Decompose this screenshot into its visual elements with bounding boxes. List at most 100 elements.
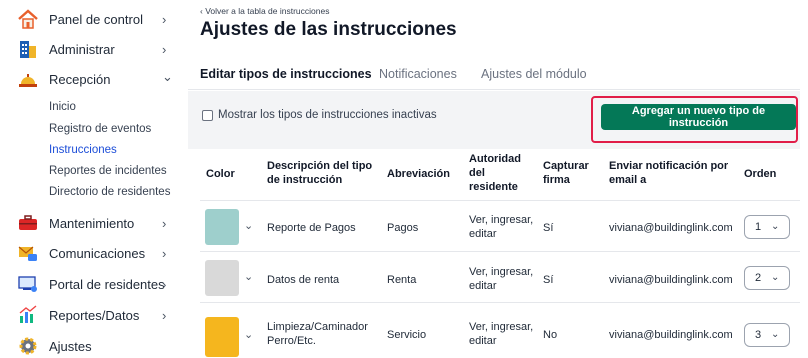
authority-cell: Ver, ingresar, editar <box>469 320 533 348</box>
order-value: 3 <box>755 329 762 341</box>
order-select[interactable]: 2 ⌄ <box>744 266 790 290</box>
building-icon <box>17 38 39 60</box>
authority-cell: Ver, ingresar, editar <box>469 265 533 293</box>
sidebar-item-label: Comunicaciones <box>49 245 146 261</box>
sidebar-item-reportes-datos[interactable]: Reportes/Datos › <box>0 300 186 330</box>
reception-bell-icon <box>17 68 39 90</box>
header-line: email a <box>609 174 647 186</box>
sidebar-item-portal-de-residentes[interactable]: Portal de residentes › <box>0 269 186 299</box>
description-cell: Reporte de Pagos <box>267 222 356 234</box>
mail-chat-icon <box>17 242 39 264</box>
table-row: ⌄ Limpieza/Caminador Perro/Etc. Servicio… <box>200 304 800 357</box>
chevron-right-icon: › <box>162 41 167 57</box>
abbreviation-cell: Servicio <box>387 329 427 341</box>
cell-line: editar <box>469 228 497 240</box>
cell-line: editar <box>469 280 497 292</box>
sidebar-item-label: Ajustes <box>49 338 92 354</box>
column-header-order: Orden <box>744 168 777 180</box>
sidebar-item-comunicaciones[interactable]: Comunicaciones › <box>0 238 186 268</box>
cell-line: Perro/Etc. <box>267 335 316 347</box>
cell-line: editar <box>469 335 497 347</box>
column-header-color: Color <box>206 168 235 180</box>
chevron-down-icon[interactable]: ⌄ <box>244 270 253 283</box>
chevron-right-icon: › <box>162 276 167 292</box>
column-header-email: Enviar notificación por email a <box>609 159 728 187</box>
email-cell: viviana@buildinglink.com <box>609 222 733 234</box>
abbreviation-cell: Pagos <box>387 222 419 234</box>
show-inactive-checkbox[interactable] <box>202 110 213 121</box>
tab-editar-tipos[interactable]: Editar tipos de instrucciones <box>200 67 372 81</box>
back-link[interactable]: ‹ Volver a la tabla de instrucciones <box>200 6 329 16</box>
signature-cell: Sí <box>543 222 554 234</box>
sidebar-item-recepcion[interactable]: Recepción ⌄ <box>0 64 186 94</box>
table-header: Color Descripción del tipo de instrucció… <box>200 148 800 201</box>
chevron-down-icon: ⌄ <box>771 272 780 283</box>
tab-ajustes-del-modulo[interactable]: Ajustes del módulo <box>481 67 587 81</box>
header-line: Capturar <box>543 160 589 172</box>
authority-cell: Ver, ingresar, editar <box>469 213 533 241</box>
home-icon <box>17 8 39 30</box>
cell-line: Limpieza/Caminador <box>267 321 368 333</box>
tab-bar: Editar tipos de instrucciones Notificaci… <box>188 60 800 90</box>
page-title: Ajustes de las instrucciones <box>200 19 457 40</box>
chevron-right-icon: › <box>162 307 167 323</box>
sidebar-item-label: Mantenimiento <box>49 215 135 231</box>
sidebar-item-panel-de-control[interactable]: Panel de control › <box>0 4 186 34</box>
cell-line: Ver, ingresar, <box>469 321 534 333</box>
header-line: firma <box>543 174 570 186</box>
header-line: Enviar notificación por <box>609 160 729 172</box>
add-instruction-type-button[interactable]: Agregar un nuevo tipo de instrucción <box>601 104 796 130</box>
color-swatch[interactable] <box>205 260 239 296</box>
sidebar-subitem-inicio[interactable]: Inicio <box>49 101 76 113</box>
order-value: 1 <box>755 221 762 233</box>
header-line: Descripción del tipo <box>267 160 373 172</box>
cell-line: Ver, ingresar, <box>469 266 534 278</box>
gear-icon <box>17 335 39 357</box>
cell-line: Ver, ingresar, <box>469 214 534 226</box>
chart-icon <box>17 304 39 326</box>
chevron-right-icon: › <box>162 215 167 231</box>
sidebar: Panel de control › Administrar › Recepci… <box>0 0 186 358</box>
order-select[interactable]: 1 ⌄ <box>744 215 790 239</box>
column-header-description: Descripción del tipo de instrucción <box>267 159 372 187</box>
chevron-down-icon: ⌄ <box>162 69 173 84</box>
order-value: 2 <box>755 272 762 284</box>
table-row: ⌄ Reporte de Pagos Pagos Ver, ingresar, … <box>200 202 800 252</box>
signature-cell: No <box>543 329 558 341</box>
chevron-down-icon: ⌄ <box>771 221 780 232</box>
sidebar-item-ajustes[interactable]: Ajustes <box>0 331 186 358</box>
column-header-signature: Capturar firma <box>543 159 589 187</box>
header-line: residente <box>469 181 518 193</box>
chevron-right-icon: › <box>162 11 167 27</box>
signature-cell: Sí <box>543 274 554 286</box>
sidebar-item-mantenimiento[interactable]: Mantenimiento › <box>0 208 186 238</box>
color-swatch[interactable] <box>205 317 239 357</box>
chevron-down-icon[interactable]: ⌄ <box>244 219 253 232</box>
toolbar: Mostrar los tipos de instrucciones inact… <box>188 91 800 149</box>
tab-notificaciones[interactable]: Notificaciones <box>379 67 457 81</box>
header-line: Autoridad <box>469 153 521 165</box>
sidebar-subitem-instrucciones[interactable]: Instrucciones <box>49 144 117 156</box>
chevron-down-icon: ⌄ <box>771 329 780 340</box>
toolbox-icon <box>17 212 39 234</box>
color-swatch[interactable] <box>205 209 239 245</box>
chevron-right-icon: › <box>162 245 167 261</box>
sidebar-item-label: Reportes/Datos <box>49 307 140 323</box>
sidebar-item-administrar[interactable]: Administrar › <box>0 34 186 64</box>
sidebar-item-label: Recepción <box>49 71 111 87</box>
header-line: del <box>469 167 485 179</box>
sidebar-item-label: Panel de control <box>49 11 143 27</box>
sidebar-subitem-reportes-de-incidentes[interactable]: Reportes de incidentes <box>49 165 167 177</box>
description-cell: Datos de renta <box>267 274 340 286</box>
header-line: de instrucción <box>267 174 343 186</box>
description-cell: Limpieza/Caminador Perro/Etc. <box>267 320 368 348</box>
sidebar-subitem-registro-de-eventos[interactable]: Registro de eventos <box>49 123 151 135</box>
sidebar-item-label: Portal de residentes <box>49 276 165 292</box>
email-cell: viviana@buildinglink.com <box>609 329 733 341</box>
order-select[interactable]: 3 ⌄ <box>744 323 790 347</box>
portal-icon <box>17 273 39 295</box>
email-cell: viviana@buildinglink.com <box>609 274 733 286</box>
show-inactive-label[interactable]: Mostrar los tipos de instrucciones inact… <box>218 109 437 121</box>
chevron-down-icon[interactable]: ⌄ <box>244 328 253 341</box>
sidebar-subitem-directorio-de-residentes[interactable]: Directorio de residentes <box>49 186 170 198</box>
